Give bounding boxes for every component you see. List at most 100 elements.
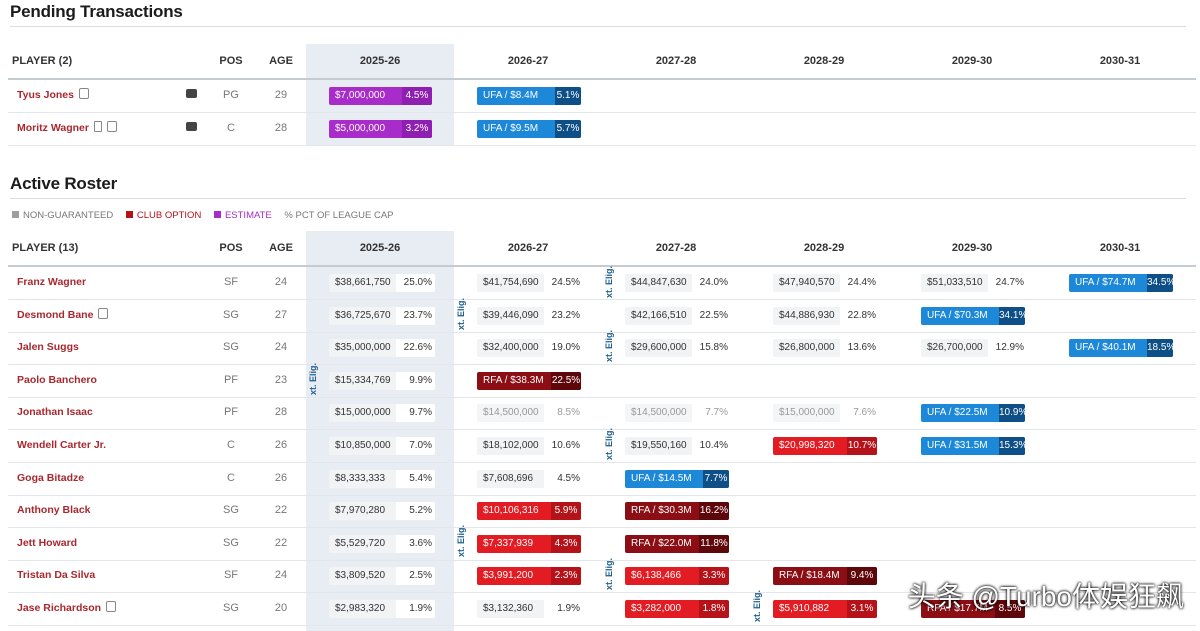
- col-2029-30[interactable]: 2029-30: [898, 231, 1046, 265]
- player-link[interactable]: Jalen Suggs: [17, 331, 79, 363]
- player-age: 22: [274, 536, 288, 549]
- col-2026-27[interactable]: 2026-27: [454, 44, 602, 78]
- note-icon[interactable]: [79, 88, 89, 99]
- note-icon[interactable]: [98, 307, 109, 319]
- col-pos[interactable]: POS: [211, 44, 251, 78]
- col-2027-28[interactable]: 2027-28: [602, 231, 750, 265]
- ufa-cell[interactable]: UFA / $9.5M 5.7%: [477, 120, 581, 138]
- player-pos: SG: [223, 341, 239, 354]
- note-icon[interactable]: [106, 121, 117, 132]
- salary-cell[interactable]: $14,500,000 8.5%: [477, 404, 583, 423]
- salary-cell[interactable]: $10,106,316 5.9%: [477, 502, 581, 521]
- square-icon: [12, 211, 19, 218]
- salary-cell[interactable]: $10,850,000 7.0%: [329, 437, 435, 455]
- salary-cell[interactable]: $32,400,000 19.0%: [477, 339, 583, 358]
- salary-cell[interactable]: $7,608,696 4.5%: [477, 469, 583, 488]
- col-2026-27[interactable]: 2026-27: [454, 231, 602, 265]
- player-link[interactable]: Tyus Jones: [17, 79, 89, 111]
- ext-elig-marker: xt. Elig.: [456, 524, 466, 557]
- salary-cell[interactable]: $39,446,090 23.2%: [477, 306, 583, 325]
- salary-cell[interactable]: $15,334,769 9.9%: [329, 371, 435, 390]
- col-player[interactable]: PLAYER (13): [12, 231, 78, 265]
- salary-cell[interactable]: $47,940,570 24.4%: [773, 274, 879, 292]
- col-2028-29[interactable]: 2028-29: [750, 44, 898, 78]
- player-link[interactable]: Goga Bitadze: [17, 462, 84, 494]
- salary-cell[interactable]: $41,754,690 24.5%: [477, 274, 583, 292]
- salary-cell[interactable]: $7,000,000 4.5%: [329, 87, 432, 105]
- salary-cell[interactable]: $5,000,000 3.2%: [329, 120, 432, 138]
- col-2028-29[interactable]: 2028-29: [750, 231, 898, 265]
- note-icon[interactable]: [106, 601, 117, 612]
- col-pos[interactable]: POS: [211, 231, 251, 265]
- salary-cell[interactable]: $7,337,939 4.3%: [477, 534, 581, 553]
- salary-cell[interactable]: UFA / $14.5M 7.7%: [625, 469, 729, 488]
- salary-cell[interactable]: $36,725,670 23.7%: [329, 306, 435, 325]
- col-player[interactable]: PLAYER (2): [12, 44, 72, 78]
- document-icon[interactable]: [93, 121, 102, 132]
- col-2027-28[interactable]: 2027-28: [602, 44, 750, 78]
- salary-cell[interactable]: $15,000,000 7.6%: [773, 404, 879, 423]
- salary-cell[interactable]: RFA / $18.4M 9.4%: [773, 567, 877, 586]
- player-link[interactable]: Jase Richardson: [17, 592, 117, 624]
- salary-cell[interactable]: $3,991,200 2.3%: [477, 567, 581, 586]
- salary-cell[interactable]: RFA / $22.0M 11.8%: [625, 534, 729, 553]
- salary-cell[interactable]: $44,886,930 22.8%: [773, 306, 879, 325]
- col-2030-31[interactable]: 2030-31: [1046, 231, 1194, 265]
- salary-cell[interactable]: UFA / $31.5M 15.3%: [921, 437, 1025, 455]
- trade-tag-icon[interactable]: [186, 89, 197, 98]
- salary-cell[interactable]: UFA / $70.3M 34.1%: [921, 306, 1025, 325]
- col-age[interactable]: AGE: [261, 44, 301, 78]
- salary-cell[interactable]: $19,550,160 10.4%: [625, 437, 731, 455]
- player-link[interactable]: Anthony Black: [17, 494, 91, 526]
- salary-cell[interactable]: $5,910,882 3.1%: [773, 600, 877, 618]
- salary-cell[interactable]: $44,847,630 24.0%: [625, 274, 731, 292]
- square-icon: [125, 211, 133, 218]
- col-age[interactable]: AGE: [261, 231, 301, 265]
- table-row: Paolo Banchero PF 23 $15,334,769 9.9% RFA / $…: [8, 364, 1196, 398]
- salary-cell[interactable]: RFA / $38.3M 22.5%: [477, 371, 581, 390]
- salary-cell[interactable]: $18,102,000 10.6%: [477, 437, 583, 455]
- salary-cell[interactable]: UFA / $22.5M 10.9%: [921, 404, 1025, 423]
- player-link[interactable]: Franz Wagner: [17, 266, 86, 298]
- salary-cell[interactable]: $15,000,000 9.7%: [329, 404, 435, 423]
- col-2030-31[interactable]: 2030-31: [1046, 44, 1194, 78]
- salary-cell[interactable]: $42,166,510 22.5%: [625, 306, 731, 325]
- salary-cell[interactable]: $6,138,466 3.3%: [625, 567, 729, 586]
- salary-cell[interactable]: $38,661,750 25.0%: [329, 274, 435, 292]
- salary-cell[interactable]: UFA / $40.1M 18.5%: [1069, 339, 1173, 358]
- player-pos: C: [227, 439, 235, 451]
- salary-cell[interactable]: $3,132,360 1.9%: [477, 600, 583, 618]
- salary-cell[interactable]: $29,600,000 15.8%: [625, 339, 731, 358]
- player-link[interactable]: Paolo Banchero: [17, 364, 97, 396]
- col-2025-26[interactable]: 2025-26: [306, 44, 454, 78]
- salary-cell[interactable]: $3,282,000 1.8%: [625, 600, 729, 618]
- salary-cell[interactable]: $2,983,320 1.9%: [329, 600, 435, 618]
- player-link[interactable]: Wendell Carter Jr.: [17, 429, 106, 461]
- player-pos: PF: [223, 373, 239, 386]
- player-link[interactable]: Moritz Wagner: [17, 112, 117, 144]
- salary-cell[interactable]: $26,700,000 12.9%: [921, 339, 1027, 358]
- trade-tag-icon[interactable]: [186, 122, 197, 131]
- col-2025-26[interactable]: 2025-26: [306, 231, 454, 265]
- salary-cell[interactable]: $5,529,720 3.6%: [329, 534, 435, 553]
- salary-cell[interactable]: $35,000,000 22.6%: [329, 339, 435, 358]
- player-age: 28: [274, 122, 288, 134]
- col-2029-30[interactable]: 2029-30: [898, 44, 1046, 78]
- salary-cell[interactable]: $8,333,333 5.4%: [329, 469, 435, 488]
- player-link[interactable]: Tristan Da Silva: [17, 559, 95, 591]
- salary-cell[interactable]: $3,809,520 2.5%: [329, 567, 435, 586]
- salary-cell[interactable]: $14,500,000 7.7%: [625, 404, 731, 423]
- ufa-cell[interactable]: UFA / $8.4M 5.1%: [477, 87, 581, 105]
- salary-cell[interactable]: UFA / $74.7M 34.5%: [1069, 274, 1173, 292]
- salary-cell[interactable]: $51,033,510 24.7%: [921, 274, 1027, 292]
- salary-cell[interactable]: $20,998,320 10.7%: [773, 437, 877, 455]
- salary-cell[interactable]: $26,800,000 13.6%: [773, 339, 879, 358]
- salary-cell[interactable]: RFA / $30.3M 16.2%: [625, 502, 729, 521]
- player-link[interactable]: Jett Howard: [17, 527, 77, 559]
- salary-cell[interactable]: $7,970,280 5.2%: [329, 502, 435, 521]
- square-icon: [213, 211, 221, 218]
- player-age: 24: [274, 276, 288, 288]
- player-link[interactable]: Desmond Bane: [17, 299, 109, 331]
- table-row: Jonathan Isaac PF 28 $15,000,000 9.7% $14,500…: [8, 396, 1196, 431]
- player-link[interactable]: Jonathan Isaac: [17, 396, 93, 428]
